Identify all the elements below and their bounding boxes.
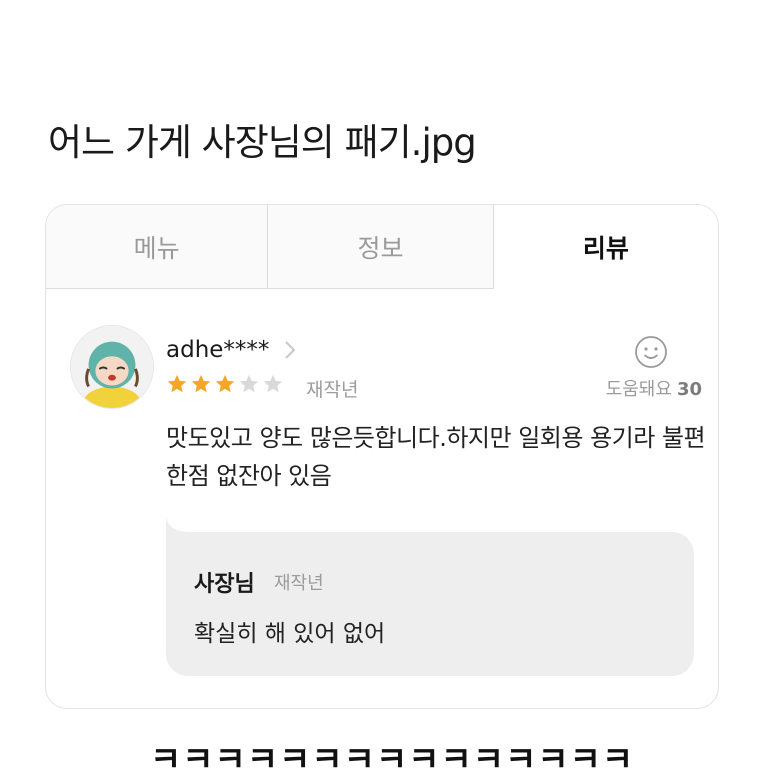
star-icon: [238, 373, 260, 395]
helpful-button[interactable]: 도움돼요 30: [606, 375, 702, 401]
avatar[interactable]: [70, 325, 154, 409]
tab-menu[interactable]: 메뉴: [46, 205, 269, 289]
star-icon: [262, 373, 284, 395]
star-icon: [214, 373, 236, 395]
smiley-icon[interactable]: [634, 335, 668, 369]
reply-text: 확실히 해 있어 없어: [194, 621, 386, 647]
reply-author: 사장님: [194, 572, 255, 597]
helpful-label: 도움돼요: [605, 379, 672, 400]
review-card: 메뉴 정보 리뷰 adhe**** 재작년 도움돼요 30 맛도있고 양도 많은…: [45, 204, 719, 709]
avatar-image: [71, 326, 153, 408]
owner-reply: 사장님 재작년 확실히 해 있어 없어: [166, 516, 694, 676]
review-date: 재작년: [306, 379, 359, 401]
tab-bar: 메뉴 정보 리뷰: [46, 205, 718, 289]
page: 어느 가게 사장님의 패기.jpg 메뉴 정보 리뷰 adhe**** 재작년 …: [0, 0, 759, 780]
star-rating: [166, 373, 284, 395]
reply-tail: [166, 516, 190, 532]
star-icon: [190, 373, 212, 395]
review-username[interactable]: adhe****: [166, 337, 297, 363]
review-text: 맛도있고 양도 많은듯합니다.하지만 일회용 용기라 불편한점 없잔아 있음: [166, 424, 706, 490]
star-icon: [166, 373, 188, 395]
reply-date: 재작년: [274, 573, 324, 594]
tab-reviews[interactable]: 리뷰: [493, 205, 718, 289]
post-title: 어느 가게 사장님의 패기.jpg: [48, 121, 477, 164]
helpful-count: 30: [676, 379, 702, 400]
chevron-right-icon: [283, 339, 297, 361]
username-text: adhe****: [166, 337, 270, 363]
tab-info[interactable]: 정보: [268, 205, 494, 289]
post-caption: ㅋㅋㅋㅋㅋㅋㅋㅋㅋㅋㅋㅋㅋㅋㅋ: [150, 740, 635, 780]
